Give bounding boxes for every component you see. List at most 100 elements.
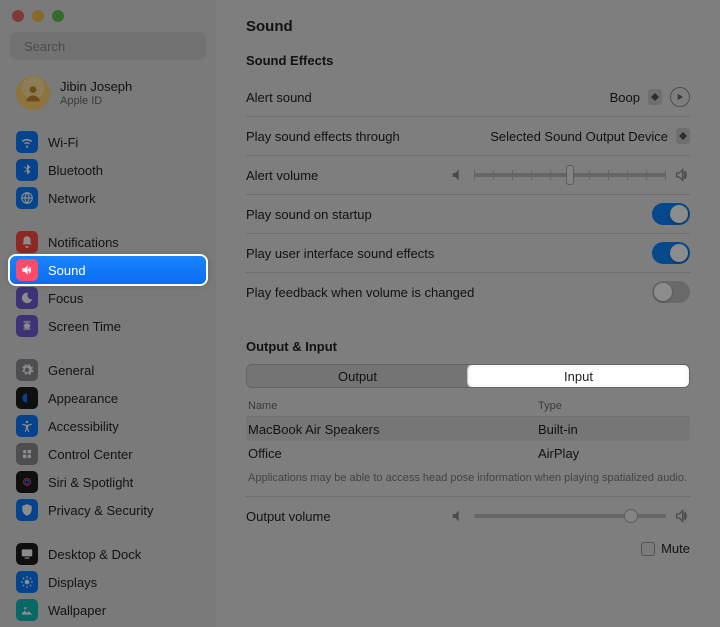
- wallpaper-icon: [16, 599, 38, 621]
- displays-icon: [16, 571, 38, 593]
- device-name: Office: [248, 446, 538, 461]
- sidebar-item-label: Desktop & Dock: [48, 547, 141, 562]
- ui-sounds-toggle[interactable]: [652, 242, 690, 264]
- sidebar-item-desktop-dock[interactable]: Desktop & Dock: [10, 540, 206, 568]
- sidebar-item-focus[interactable]: Focus: [10, 284, 206, 312]
- sidebar-item-label: Network: [48, 191, 96, 206]
- device-type: AirPlay: [538, 446, 688, 461]
- sound-effects-heading: Sound Effects: [246, 53, 690, 68]
- account-name: Jibin Joseph: [60, 79, 132, 94]
- search-input[interactable]: [24, 39, 200, 54]
- play-through-value: Selected Sound Output Device: [490, 129, 668, 144]
- alert-volume-label: Alert volume: [246, 168, 450, 183]
- zoom-window-button[interactable]: [52, 10, 64, 22]
- col-type-header: Type: [538, 400, 688, 412]
- bell-icon: [16, 231, 38, 253]
- sidebar-item-accessibility[interactable]: Accessibility: [10, 412, 206, 440]
- sidebar-item-appearance[interactable]: Appearance: [10, 384, 206, 412]
- network-icon: [16, 187, 38, 209]
- ui-sounds-row: Play user interface sound effects: [246, 234, 690, 272]
- sidebar-item-wi-fi[interactable]: Wi-Fi: [10, 128, 206, 156]
- output-volume-label: Output volume: [246, 509, 450, 524]
- tab-output[interactable]: Output: [247, 365, 468, 387]
- sidebar-item-label: Screen Time: [48, 319, 121, 334]
- sidebar-item-screen-time[interactable]: Screen Time: [10, 312, 206, 340]
- volume-low-icon: [450, 508, 466, 524]
- sidebar-item-label: Wi-Fi: [48, 135, 78, 150]
- sidebar-item-label: Bluetooth: [48, 163, 103, 178]
- alert-volume-slider[interactable]: [450, 167, 690, 183]
- sidebar-item-label: Siri & Spotlight: [48, 475, 133, 490]
- feedback-label: Play feedback when volume is changed: [246, 285, 652, 300]
- output-input-heading: Output & Input: [246, 339, 690, 354]
- device-table-header: Name Type: [246, 396, 690, 416]
- sidebar-item-label: Wallpaper: [48, 603, 106, 618]
- appearance-icon: [16, 387, 38, 409]
- device-name: MacBook Air Speakers: [248, 422, 538, 437]
- search-field[interactable]: [10, 32, 206, 60]
- sidebar-item-sound[interactable]: Sound: [10, 256, 206, 284]
- feedback-row: Play feedback when volume is changed: [246, 273, 690, 311]
- output-input-segmented: Output Input: [246, 364, 690, 388]
- sidebar-item-network[interactable]: Network: [10, 184, 206, 212]
- page-title: Sound: [246, 18, 690, 35]
- play-alert-button[interactable]: [670, 87, 690, 107]
- device-row[interactable]: OfficeAirPlay: [246, 441, 690, 465]
- startup-sound-label: Play sound on startup: [246, 207, 652, 222]
- mute-row: Mute: [246, 541, 690, 556]
- alert-sound-label: Alert sound: [246, 90, 610, 105]
- output-volume-slider[interactable]: [450, 508, 690, 524]
- focus-icon: [16, 287, 38, 309]
- sidebar-item-privacy-security[interactable]: Privacy & Security: [10, 496, 206, 524]
- sidebar-item-displays[interactable]: Displays: [10, 568, 206, 596]
- sidebar-item-label: General: [48, 363, 94, 378]
- volume-high-icon: [674, 508, 690, 524]
- device-type: Built-in: [538, 422, 688, 437]
- spatial-audio-note: Applications may be able to access head …: [246, 465, 690, 486]
- ui-sounds-label: Play user interface sound effects: [246, 246, 652, 261]
- nav: Wi-Fi Bluetooth Network Notifications SoundF…: [10, 128, 206, 624]
- sound-icon: [16, 259, 38, 281]
- sidebar-item-label: Appearance: [48, 391, 118, 406]
- wifi-icon: [16, 131, 38, 153]
- sidebar-item-notifications[interactable]: Notifications: [10, 228, 206, 256]
- mute-checkbox[interactable]: [641, 542, 655, 556]
- control-icon: [16, 443, 38, 465]
- alert-sound-dropdown[interactable]: Boop: [610, 89, 662, 105]
- play-through-row[interactable]: Play sound effects through Selected Soun…: [246, 117, 690, 155]
- a11y-icon: [16, 415, 38, 437]
- sidebar-item-siri-spotlight[interactable]: Siri & Spotlight: [10, 468, 206, 496]
- play-through-dropdown[interactable]: Selected Sound Output Device: [490, 128, 690, 144]
- sidebar-item-wallpaper[interactable]: Wallpaper: [10, 596, 206, 624]
- screentime-icon: [16, 315, 38, 337]
- sidebar-item-label: Notifications: [48, 235, 119, 250]
- chevron-updown-icon: [676, 128, 690, 144]
- privacy-icon: [16, 499, 38, 521]
- close-window-button[interactable]: [12, 10, 24, 22]
- sidebar-item-control-center[interactable]: Control Center: [10, 440, 206, 468]
- tab-input[interactable]: Input: [468, 365, 689, 387]
- sidebar-item-general[interactable]: General: [10, 356, 206, 384]
- volume-low-icon: [450, 167, 466, 183]
- desktop-icon: [16, 543, 38, 565]
- account-sub: Apple ID: [60, 95, 132, 107]
- minimize-window-button[interactable]: [32, 10, 44, 22]
- avatar: [16, 76, 50, 110]
- col-name-header: Name: [248, 400, 538, 412]
- siri-icon: [16, 471, 38, 493]
- sidebar: Jibin Joseph Apple ID Wi-Fi Bluetooth Netw…: [0, 0, 216, 627]
- alert-volume-row: Alert volume: [246, 156, 690, 194]
- apple-id-account[interactable]: Jibin Joseph Apple ID: [10, 72, 206, 124]
- feedback-toggle[interactable]: [652, 281, 690, 303]
- alert-sound-row[interactable]: Alert sound Boop: [246, 78, 690, 116]
- gear-icon: [16, 359, 38, 381]
- sidebar-item-bluetooth[interactable]: Bluetooth: [10, 156, 206, 184]
- sidebar-item-label: Displays: [48, 575, 97, 590]
- sidebar-item-label: Accessibility: [48, 419, 119, 434]
- chevron-updown-icon: [648, 89, 662, 105]
- mute-label: Mute: [661, 541, 690, 556]
- sidebar-item-label: Control Center: [48, 447, 133, 462]
- device-row[interactable]: MacBook Air SpeakersBuilt-in: [246, 417, 690, 441]
- startup-sound-row: Play sound on startup: [246, 195, 690, 233]
- startup-sound-toggle[interactable]: [652, 203, 690, 225]
